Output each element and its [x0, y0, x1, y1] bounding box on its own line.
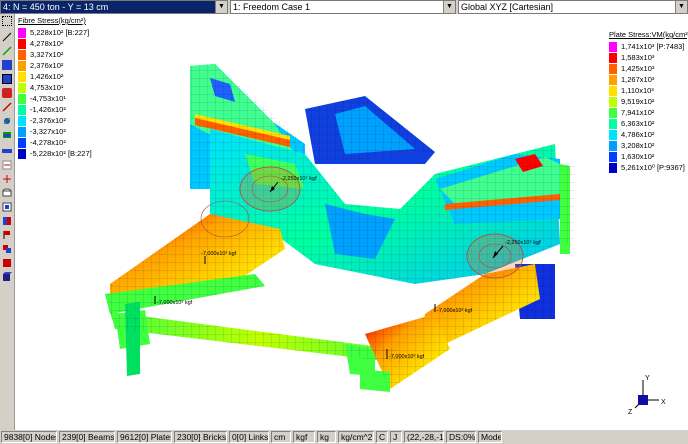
model-viewport[interactable]: Fibre Stress(kg/cm²) 5,228x10² [B:227] 4,… [15, 14, 688, 430]
brick-icon[interactable] [2, 74, 12, 84]
status-beams: 239[0] Beams [59, 431, 115, 443]
load-label-6: -7,000x10³ kgf [389, 354, 425, 360]
fill-icon[interactable] [2, 258, 12, 268]
status-bricks: 230[0] Bricks [174, 431, 227, 443]
flag-icon[interactable] [2, 230, 12, 240]
chevron-down-icon[interactable]: ▼ [215, 1, 227, 13]
top-toolbar: 4: N = 450 ton - Y = 13 cm ▼ 1: Freedom … [0, 0, 688, 14]
status-plates: 9612[0] Plates [117, 431, 172, 443]
chevron-down-icon[interactable]: ▼ [443, 1, 455, 13]
left-toolbar [0, 14, 15, 430]
copy-icon[interactable] [2, 244, 12, 254]
load-label-2: -2,250x10⁵ kgf [505, 239, 541, 246]
axis-label-y: Y [645, 375, 650, 382]
status-unit-length[interactable]: cm [271, 431, 291, 443]
extrude-icon[interactable] [2, 202, 12, 212]
freedom-case-select[interactable]: 1: Freedom Case 1 ▼ [230, 0, 456, 14]
back-plate [305, 96, 435, 164]
load-case-select-value: 4: N = 450 ton - Y = 13 cm [3, 2, 109, 12]
arrow-right-icon[interactable] [2, 146, 12, 156]
edit-icon[interactable] [2, 32, 12, 42]
status-unit-stress[interactable]: kg/cm^2 [338, 431, 374, 443]
cube-icon[interactable] [2, 272, 12, 282]
load-label-4: -7,000x10³ kgf [157, 300, 193, 306]
chevron-down-icon[interactable]: ▼ [675, 1, 687, 13]
status-unit-force[interactable]: kgf [293, 431, 315, 443]
line-icon[interactable] [2, 46, 12, 56]
link-icon[interactable] [2, 102, 12, 112]
load-label-1: -2,250x10⁵ kgf [281, 175, 317, 182]
load-label-3: -7,000x10³ kgf [201, 251, 237, 257]
status-links: 0[0] Links [229, 431, 269, 443]
status-bar: 9838[0] Nodes 239[0] Beams 9612[0] Plate… [0, 430, 688, 444]
mesh-icon[interactable] [2, 216, 12, 226]
cylinder-icon[interactable] [2, 188, 12, 198]
axis-label-z: Z [628, 409, 633, 416]
load-case-select[interactable]: 4: N = 450 ton - Y = 13 cm ▼ [0, 0, 228, 14]
coordinate-system-select-value: Global XYZ [Cartesian] [461, 2, 554, 12]
plate-icon[interactable] [2, 60, 12, 70]
color-icon[interactable] [2, 130, 12, 140]
status-nodes: 9838[0] Nodes [1, 431, 57, 443]
grid-select-icon[interactable] [2, 16, 12, 26]
status-unit-energy[interactable]: J [390, 431, 402, 443]
coordinate-system-select[interactable]: Global XYZ [Cartesian] ▼ [458, 0, 688, 14]
status-view-angle: (22,-28,-1) [404, 431, 444, 443]
solid-icon[interactable] [2, 88, 12, 98]
base-frame [105, 274, 450, 392]
status-mode: Model [478, 431, 502, 443]
status-unit-temp[interactable]: C [376, 431, 388, 443]
status-unit-mass[interactable]: kg [317, 431, 336, 443]
axis-label-x: X [661, 399, 666, 406]
status-ds: DS:0% [446, 431, 476, 443]
freedom-case-select-value: 1: Freedom Case 1 [233, 2, 311, 12]
load-label-5: -7,000x10³ kgf [437, 308, 473, 314]
axis-triad: Y X Z [628, 375, 666, 416]
fea-model: -2,250x10⁵ kgf -2,250x10⁵ kgf -7,000x10³… [105, 64, 666, 416]
move-icon[interactable] [2, 160, 12, 170]
plus-icon[interactable] [2, 174, 12, 184]
rotate-icon[interactable] [2, 116, 12, 126]
